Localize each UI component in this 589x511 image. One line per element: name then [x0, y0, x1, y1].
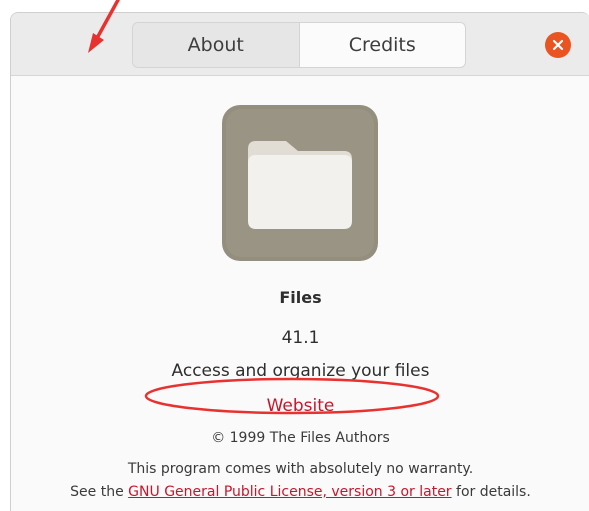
- about-dialog: About Credits Files 41.1 Access and orga…: [10, 12, 589, 511]
- folder-icon: [222, 105, 378, 261]
- tab-about[interactable]: About: [133, 23, 299, 67]
- header-bar: About Credits: [11, 13, 589, 76]
- tab-credits[interactable]: Credits: [298, 23, 465, 67]
- license-prefix: See the: [70, 484, 129, 500]
- website-link: Website: [11, 396, 589, 416]
- app-description: Access and organize your files: [171, 361, 430, 381]
- license-link[interactable]: GNU General Public License, version 3 or…: [128, 484, 451, 500]
- tab-switcher: About Credits: [132, 22, 466, 68]
- screenshot: About Credits Files 41.1 Access and orga…: [0, 0, 589, 511]
- app-version: 41.1: [281, 328, 320, 348]
- license-suffix: for details.: [451, 484, 531, 500]
- app-name: Files: [279, 288, 322, 307]
- website-link-label[interactable]: Website: [267, 396, 335, 416]
- warranty-text: This program comes with absolutely no wa…: [127, 461, 474, 477]
- about-content: Files 41.1 Access and organize your file…: [11, 76, 589, 511]
- copyright-text: © 1999 The Files Authors: [211, 430, 390, 446]
- close-icon: [552, 39, 564, 51]
- close-button[interactable]: [545, 32, 571, 58]
- license-text: See the GNU General Public License, vers…: [11, 484, 589, 500]
